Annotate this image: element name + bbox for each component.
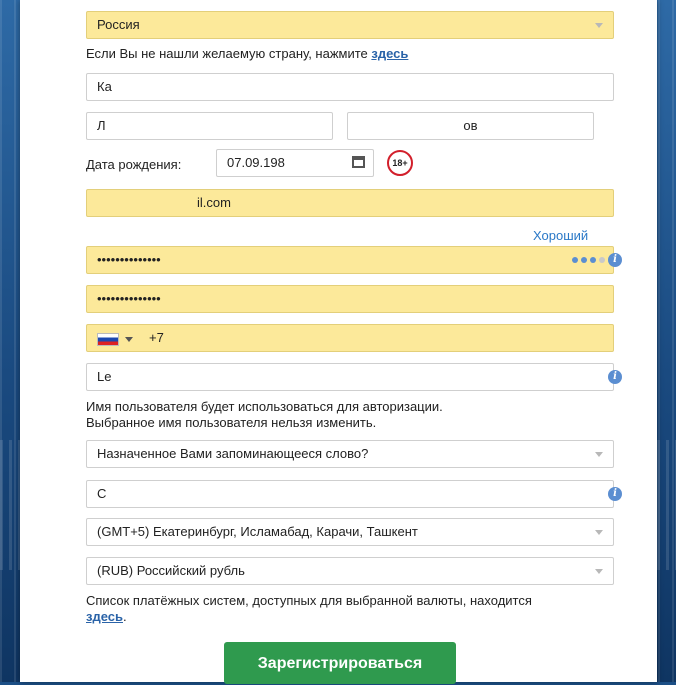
secret-answer-info-icon[interactable]: i bbox=[608, 487, 622, 501]
password-strength-label: Хороший bbox=[533, 228, 589, 243]
chevron-down-icon bbox=[595, 569, 603, 574]
birth-date-label: Дата рождения: bbox=[86, 157, 182, 172]
city-input[interactable]: Ка bbox=[86, 73, 614, 101]
password-info-icon[interactable]: i bbox=[608, 253, 622, 267]
password-input[interactable]: •••••••••••••• bbox=[86, 246, 614, 274]
timezone-select[interactable]: (GMT+5) Екатеринбург, Исламабад, Карачи,… bbox=[86, 518, 614, 546]
age-18-plus-icon: 18+ bbox=[387, 150, 413, 176]
secret-question-select[interactable]: Назначенное Вами запоминающееся слово? bbox=[86, 440, 614, 468]
payment-systems-hint: Список платёжных систем, доступных для в… bbox=[86, 593, 532, 624]
birth-date-input[interactable]: 07.09.198 bbox=[216, 149, 374, 177]
register-button[interactable]: Зарегистрироваться bbox=[224, 642, 456, 684]
chevron-down-icon bbox=[595, 530, 603, 535]
last-name-input[interactable]: ов bbox=[347, 112, 594, 140]
password-repeat-input[interactable]: •••••••••••••• bbox=[86, 285, 614, 313]
calendar-icon[interactable] bbox=[352, 156, 365, 168]
payment-systems-link[interactable]: здесь bbox=[86, 609, 123, 624]
country-hint-link[interactable]: здесь bbox=[371, 46, 408, 61]
secret-answer-input[interactable]: С bbox=[86, 480, 614, 508]
email-input[interactable]: il.com bbox=[86, 189, 614, 217]
russia-flag-icon[interactable] bbox=[97, 333, 119, 346]
username-input[interactable]: Le bbox=[86, 363, 614, 391]
registration-panel: Россия Если Вы не нашли желаемую страну,… bbox=[20, 0, 657, 682]
username-info-icon[interactable]: i bbox=[608, 370, 622, 384]
username-hint: Имя пользователя будет использоваться дл… bbox=[86, 399, 443, 430]
chevron-down-icon bbox=[595, 23, 603, 28]
country-hint: Если Вы не нашли желаемую страну, нажмит… bbox=[86, 46, 409, 61]
currency-select[interactable]: (RUB) Российский рубль bbox=[86, 557, 614, 585]
country-select[interactable]: Россия bbox=[86, 11, 614, 39]
chevron-down-icon bbox=[595, 452, 603, 457]
phone-input[interactable]: +7 bbox=[86, 324, 614, 352]
first-name-input[interactable]: Л bbox=[86, 112, 333, 140]
password-strength-meter bbox=[572, 257, 605, 263]
phone-code: +7 bbox=[149, 330, 164, 345]
country-value: Россия bbox=[97, 17, 140, 32]
chevron-down-icon[interactable] bbox=[125, 337, 133, 342]
